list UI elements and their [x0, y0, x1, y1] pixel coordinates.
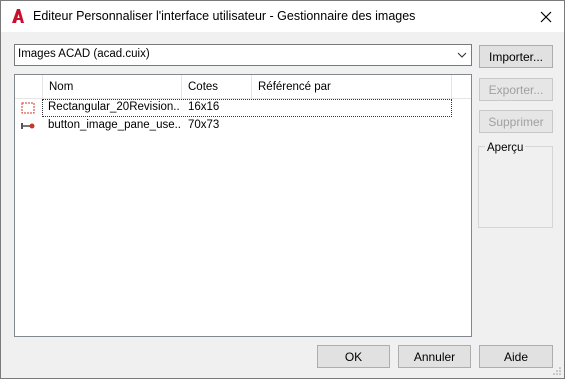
autocad-logo-icon	[12, 9, 24, 23]
column-header-size[interactable]: Cotes	[182, 75, 252, 99]
export-button[interactable]: Exporter...	[479, 78, 553, 101]
image-source-dropdown[interactable]: Images ACAD (acad.cuix)	[14, 44, 472, 66]
image-pane-button-icon	[21, 123, 35, 129]
row-name: button_image_pane_use...	[48, 119, 180, 131]
column-header-name[interactable]: Nom	[43, 75, 182, 99]
image-list[interactable]: Nom Cotes Référencé par Rectangular_20Re…	[14, 74, 472, 337]
close-icon	[540, 11, 552, 22]
column-header-icon[interactable]	[15, 75, 43, 99]
row-size: 70x73	[188, 119, 220, 131]
cancel-button[interactable]: Annuler	[398, 345, 471, 368]
resize-grip-icon[interactable]	[552, 366, 562, 376]
table-row[interactable]: Rectangular_20Revision... 16x16	[15, 99, 471, 117]
image-manager-dialog: Editeur Personnaliser l'interface utilis…	[0, 0, 565, 379]
chevron-down-icon	[457, 52, 467, 58]
preview-label: Aperçu	[485, 142, 526, 154]
row-size: 16x16	[188, 101, 220, 113]
window-title: Editeur Personnaliser l'interface utilis…	[33, 9, 416, 23]
revision-cloud-icon	[21, 102, 35, 114]
ok-button[interactable]: OK	[317, 345, 390, 368]
table-row[interactable]: button_image_pane_use... 70x73	[15, 117, 471, 135]
delete-button[interactable]: Supprimer	[479, 110, 553, 133]
title-bar[interactable]: Editeur Personnaliser l'interface utilis…	[1, 1, 564, 32]
row-name: Rectangular_20Revision...	[48, 101, 180, 113]
image-source-value: Images ACAD (acad.cuix)	[18, 48, 150, 60]
import-button[interactable]: Importer...	[479, 45, 553, 68]
preview-group	[478, 146, 553, 228]
close-button[interactable]	[528, 1, 564, 32]
help-button[interactable]: Aide	[479, 345, 553, 368]
list-header: Nom Cotes Référencé par	[15, 75, 471, 99]
column-header-referenced-by[interactable]: Référencé par	[252, 75, 452, 99]
